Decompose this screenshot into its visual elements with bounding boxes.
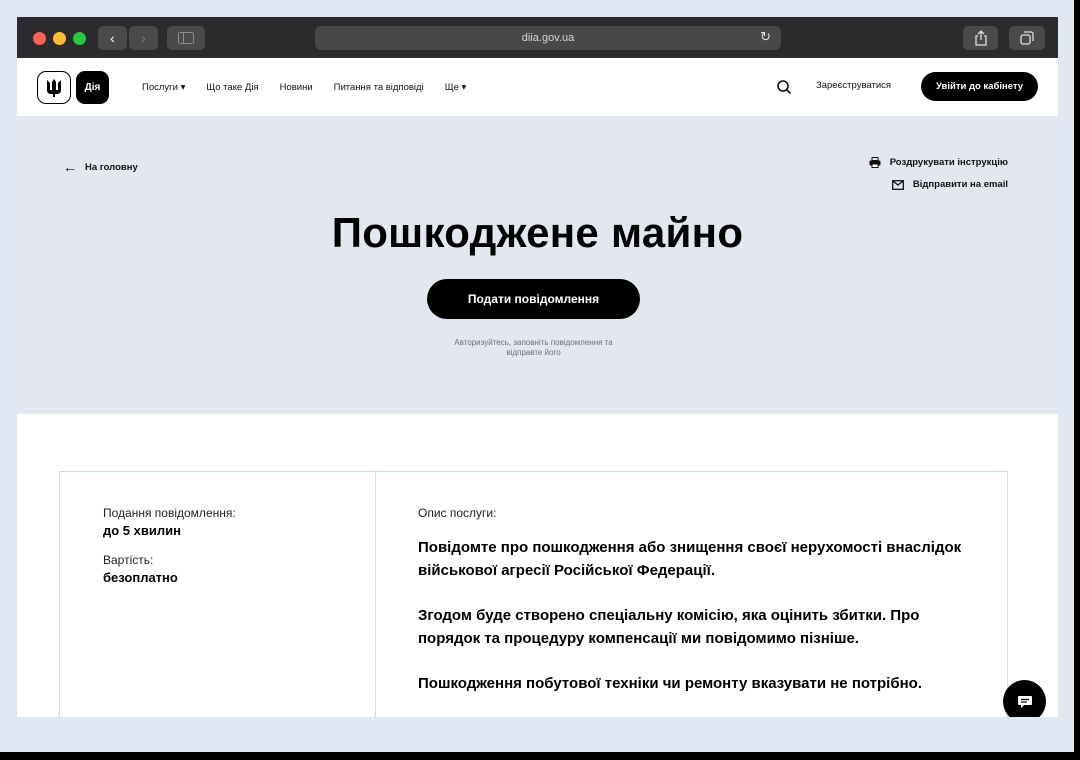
description-label: Опис послуги: [418, 506, 497, 520]
close-window-button[interactable] [33, 32, 46, 45]
service-description: Опис послуги: Повідомте про пошкодження … [418, 506, 978, 695]
arrow-left-icon: ← [63, 159, 77, 175]
nav-item-news[interactable]: Новини [280, 82, 313, 93]
submit-hint-line2: відправте його [506, 348, 561, 357]
sidebar-icon [178, 32, 194, 44]
nav-item-about[interactable]: Що таке Дія [206, 82, 258, 93]
description-paragraph: Пошкодження побутової техніки чи ремонту… [418, 675, 923, 692]
share-button[interactable] [963, 26, 998, 50]
print-instruction-link[interactable]: Роздрукувати інструкцію [869, 157, 1008, 168]
service-info-card: Подання повідомлення: до 5 хвилин Вартіс… [59, 471, 1008, 717]
cost-value: безоплатно [103, 570, 178, 585]
chat-button[interactable] [1003, 680, 1046, 717]
forward-button[interactable]: › [129, 26, 158, 50]
submit-hint-line1: Авторизуйтесь, заповніть повідомлення та [454, 338, 613, 347]
nav-item-faq[interactable]: Питання та відповіді [334, 82, 424, 93]
main-nav: Послуги ▾ Що таке Дія Новини Питання та … [142, 58, 466, 116]
printer-icon [869, 157, 881, 168]
submit-hint: Авторизуйтесь, заповніть повідомлення та… [417, 338, 650, 358]
submission-time-label: Подання повідомлення: [103, 506, 236, 520]
email-link-label: Відправити на email [912, 179, 1008, 190]
address-bar[interactable]: diia.gov.ua ↻ [315, 26, 781, 50]
browser-toolbar: ‹ › diia.gov.ua ↻ [17, 17, 1058, 58]
nav-item-services[interactable]: Послуги ▾ [142, 82, 185, 93]
search-icon[interactable] [776, 79, 792, 95]
site-header: Дія Послуги ▾ Що таке Дія Новини Питання… [17, 58, 1058, 116]
description-paragraph: Повідомте про пошкодження або знищення с… [418, 539, 962, 579]
back-button[interactable]: ‹ [98, 26, 127, 50]
submit-report-button[interactable]: Подати повідомлення [427, 279, 640, 319]
description-paragraph: Згодом буде створено спеціальну комісію,… [418, 607, 920, 647]
submission-time-block: Подання повідомлення: до 5 хвилин [103, 506, 236, 538]
back-to-home-link[interactable]: ← На головну [63, 159, 138, 175]
minimize-window-button[interactable] [53, 32, 66, 45]
service-meta: Подання повідомлення: до 5 хвилин Вартіс… [103, 506, 236, 585]
register-link[interactable]: Зареєструватися [816, 80, 891, 91]
page-title: Пошкоджене майно [331, 209, 744, 256]
send-email-link[interactable]: Відправити на email [891, 179, 1008, 190]
hero-section: ← На головну Роздрукувати інструкцію Від… [17, 116, 1058, 414]
envelope-icon [891, 179, 904, 190]
maximize-window-button[interactable] [73, 32, 86, 45]
login-button[interactable]: Увійти до кабінету [921, 72, 1038, 101]
share-icon [974, 30, 987, 46]
print-link-label: Роздрукувати інструкцію [889, 157, 1008, 168]
diia-logo-text: Дія [84, 82, 101, 93]
trident-icon [47, 78, 61, 97]
tabs-icon [1020, 31, 1034, 45]
submission-time-value: до 5 хвилин [103, 523, 181, 538]
nav-item-more[interactable]: Ще ▾ [445, 82, 467, 93]
card-divider [375, 472, 376, 717]
reload-icon[interactable]: ↻ [760, 29, 771, 45]
back-link-label: На головну [85, 161, 138, 173]
cost-block: Вартість: безоплатно [103, 553, 236, 585]
tabs-overview-button[interactable] [1009, 26, 1045, 50]
sidebar-toggle-button[interactable] [167, 26, 205, 50]
cost-label: Вартість: [103, 553, 154, 567]
diia-logo[interactable]: Дія [76, 71, 109, 104]
chevron-right-icon: › [141, 30, 146, 46]
chevron-left-icon: ‹ [110, 30, 115, 46]
browser-window: ‹ › diia.gov.ua ↻ Дія Послуги ▾ Що таке … [17, 17, 1058, 717]
trident-logo[interactable] [37, 71, 71, 104]
url-text: diia.gov.ua [521, 32, 575, 44]
chat-icon [1017, 695, 1032, 708]
